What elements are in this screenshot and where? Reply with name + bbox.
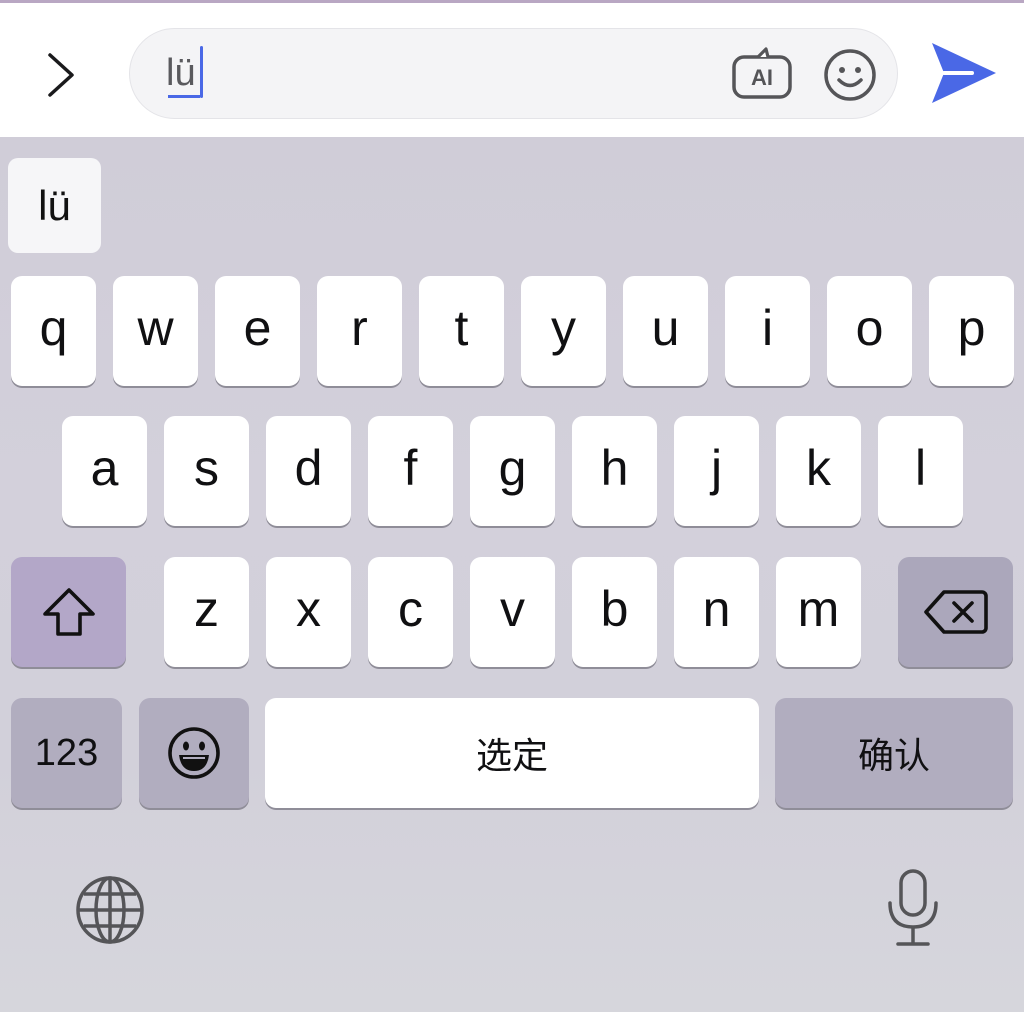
- globe-icon: [76, 876, 144, 944]
- key-w[interactable]: w: [113, 276, 198, 386]
- numbers-key[interactable]: 123: [11, 698, 122, 808]
- key-m[interactable]: m: [776, 557, 861, 667]
- key-h[interactable]: h: [572, 416, 657, 526]
- chevron-right-icon: [48, 53, 74, 97]
- shift-key[interactable]: [11, 557, 126, 667]
- delete-key[interactable]: [898, 557, 1013, 667]
- grinning-face-icon: [168, 727, 220, 779]
- key-t[interactable]: t: [419, 276, 504, 386]
- key-v[interactable]: v: [470, 557, 555, 667]
- composition-underline: [168, 95, 200, 98]
- ai-label: AI: [751, 65, 773, 90]
- ai-bubble-icon: AI: [732, 47, 792, 99]
- key-u[interactable]: u: [623, 276, 708, 386]
- key-l[interactable]: l: [878, 416, 963, 526]
- message-input-bar: lü AI: [0, 3, 1024, 137]
- key-y[interactable]: y: [521, 276, 606, 386]
- composing-text: lü: [166, 52, 196, 94]
- confirm-key[interactable]: 确认: [775, 698, 1013, 808]
- message-text-field[interactable]: lü AI: [129, 28, 898, 119]
- key-b[interactable]: b: [572, 557, 657, 667]
- key-i[interactable]: i: [725, 276, 810, 386]
- candidate-word[interactable]: lü: [8, 158, 101, 253]
- globe-switch-keyboard-button[interactable]: [72, 872, 148, 948]
- key-s[interactable]: s: [164, 416, 249, 526]
- pinyin-keyboard: lü q w e r t y u i o p a s d f g h j k l…: [0, 137, 1024, 1012]
- key-f[interactable]: f: [368, 416, 453, 526]
- key-o[interactable]: o: [827, 276, 912, 386]
- text-caret: [200, 46, 203, 98]
- space-select-key[interactable]: 选定: [265, 698, 759, 808]
- backspace-icon: [923, 590, 988, 634]
- emoji-key[interactable]: [139, 698, 249, 808]
- key-g[interactable]: g: [470, 416, 555, 526]
- key-k[interactable]: k: [776, 416, 861, 526]
- smiley-face-icon: [824, 49, 876, 101]
- key-e[interactable]: e: [215, 276, 300, 386]
- key-p[interactable]: p: [929, 276, 1014, 386]
- expand-button[interactable]: [30, 43, 94, 107]
- key-a[interactable]: a: [62, 416, 147, 526]
- ai-assist-button[interactable]: AI: [730, 47, 794, 103]
- emoji-button[interactable]: [820, 45, 880, 105]
- key-c[interactable]: c: [368, 557, 453, 667]
- key-r[interactable]: r: [317, 276, 402, 386]
- dictation-button[interactable]: [878, 865, 948, 951]
- key-j[interactable]: j: [674, 416, 759, 526]
- paper-plane-send-icon: [932, 43, 996, 103]
- key-z[interactable]: z: [164, 557, 249, 667]
- key-q[interactable]: q: [11, 276, 96, 386]
- shift-arrow-icon: [42, 588, 95, 636]
- key-n[interactable]: n: [674, 557, 759, 667]
- send-button[interactable]: [924, 37, 1000, 109]
- key-d[interactable]: d: [266, 416, 351, 526]
- microphone-icon: [888, 869, 938, 946]
- key-x[interactable]: x: [266, 557, 351, 667]
